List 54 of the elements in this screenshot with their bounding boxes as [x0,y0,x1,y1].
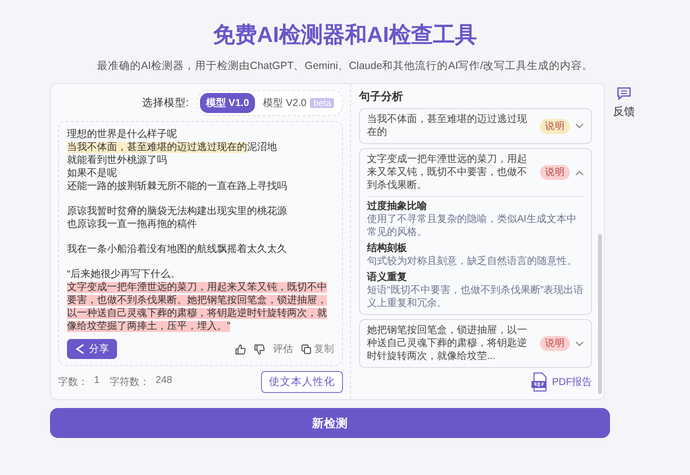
text-line: “后来她很少再写下什么。 [67,268,182,281]
text-line: 理想的世界是什么样子呢 [67,128,178,141]
chevron-down-icon[interactable] [575,123,584,129]
copy-icon [301,344,311,354]
sentence-text: 文字变成一把年湮世远的菜刀，用起来又笨又钝，既切不中要害，也做不到杀伐果断。 [367,153,528,192]
scrollbar[interactable] [598,234,602,394]
sentence-text: 她把钢笔按回笔盒，锁进抽屉，以一种送自己灵魂下葬的肃穆，将钥匙逆时针旋转两次，就像给坟茔... [367,324,528,363]
stat-value: 248 [156,375,172,388]
new-check-button[interactable]: 新检测 [50,408,610,438]
beta-tag: beta [310,98,334,108]
feedback-button[interactable]: 反馈 [613,87,635,119]
panel-title: 句子分析 [359,90,404,104]
rate-label: 评估 [273,343,293,356]
chevron-up-icon[interactable] [575,170,584,176]
sentence-text: 当我不体面，甚至难堪的迈过逃过现在的 [367,113,528,139]
text-line: 我在一条小船沿着没有地图的航线飘摇着太久太久 [67,243,288,256]
chevron-down-icon[interactable] [575,340,584,346]
stat-value: 1 [94,375,100,388]
page-title: 免费AI检测器和AI检查工具 [213,21,477,49]
humanize-button[interactable]: 使文本人性化 [261,371,343,393]
share-icon [75,344,85,354]
text-line: 如果不是呢 [67,167,118,180]
text-line: 原谅我暂时贫瘠的脑袋无法构建出现实里的桃花源 [67,205,288,218]
page-subtitle: 最准确的AI检测器，用于检测由ChatGPT、Gemini、Claude和其他流行的AI写作/改写工具生成的内容。 [96,59,594,73]
text-line: 也原谅我一直一拖再拖的稿件 [67,218,198,231]
explain-badge: 说明 [540,165,570,180]
text-line: 就能看到世外桃源了吗 [67,154,168,167]
pdf-report-link[interactable]: PDF报告 [531,372,592,392]
text-line: 当我不体面，甚至难堪的迈过逃过现在的泥沼地 [67,141,278,154]
stat-label: 字数： [58,376,88,389]
model-tab[interactable]: 模型 V1.0 [200,93,256,113]
reason-title: 语义重复 [367,271,408,284]
reason-title: 结构刻板 [367,242,408,255]
chat-icon [617,87,631,100]
share-button[interactable]: 分享 [67,339,117,359]
thumbs-up-icon[interactable] [235,344,246,354]
model-tab[interactable]: 模型 V2.0 beta [257,93,340,113]
text-editor[interactable] [58,121,343,366]
model-toggle[interactable]: 模型 V1.0 模型 V2.0 beta [196,90,343,116]
text-line: 还能一路的披荆斩棘无所不能的一直在路上寻找吗 [67,180,288,193]
model-label: 选择模型: [142,96,189,110]
sentence-card[interactable]: 当我不体面，甚至难堪的迈过逃过现在的 说明 [359,108,592,144]
explain-badge: 说明 [540,118,570,134]
reason-text: 句式较为对称且刻意，缺乏自然语言的随意性。 [367,255,578,268]
reason-title: 过度抽象比喻 [367,200,428,213]
stat-label: 字符数： [110,376,150,389]
explain-badge: 说明 [540,336,570,351]
sentence-card[interactable]: 文字变成一把年湮世远的菜刀，用起来又笨又钝，既切不中要害，也做不到杀伐果断。 说明 过度抽象比喻 使用了不寻常且复杂的隐喻，类似AI生成文本中常见的风格。 结构刻板 句式较为对称且刻意，缺乏自然语言的随意性。 语义重复 短语“既切不中要害，也做不到杀伐果断”表现出语义上重复和冗余。 [359,148,592,315]
reason-text: 使用了不寻常且复杂的隐喻，类似AI生成文本中常见的风格。 [367,213,578,239]
pdf-file-icon [531,372,549,392]
sentence-card[interactable]: 她把钢笔按回笔盒，锁进抽屉，以一种送自己灵魂下葬的肃穆，将钥匙逆时针旋转两次，就像给坟茔... 说明 [359,319,592,368]
copy-button[interactable]: 复制 [301,342,334,356]
reason-text: 短语“既切不中要害，也做不到杀伐果断”表现出语义上重复和冗余。 [367,284,584,310]
thumbs-down-icon[interactable] [254,344,265,354]
